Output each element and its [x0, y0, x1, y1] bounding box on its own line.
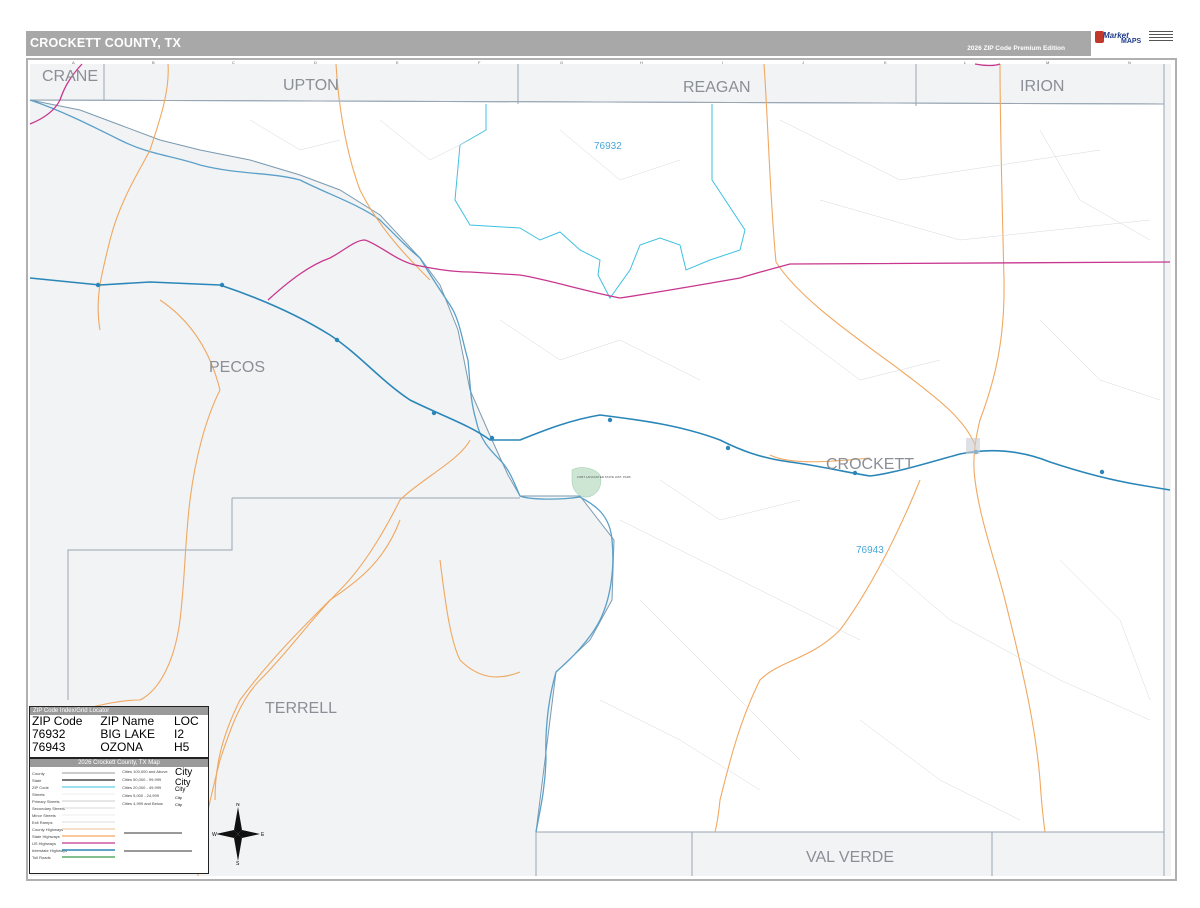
- city-sample-smallest: City: [175, 802, 182, 807]
- logo-fine-print: [1149, 31, 1173, 43]
- loc-cell: H5: [173, 740, 190, 754]
- fort-lancaster-park[interactable]: [571, 467, 602, 498]
- key-item: County Highways: [32, 827, 64, 832]
- key-symbols: [62, 772, 115, 858]
- zip-code-cell: 76943: [32, 740, 66, 754]
- logo-word-maps: MAPS: [1121, 38, 1142, 45]
- zip-index-legend: ZIP Code Index/Grid Locator ZIP Code ZIP…: [29, 706, 209, 758]
- county-label-upton: UPTON: [283, 77, 339, 94]
- county-label-crane: CRANE: [42, 68, 98, 85]
- county-label-terrell: TERRELL: [265, 700, 337, 717]
- city-size-label: Cities 50,000 - 99,999: [122, 777, 162, 782]
- map-key-header: 2026 Crockett County, TX Map: [30, 759, 208, 767]
- city-sample-small: City: [175, 787, 186, 793]
- county-label-pecos: PECOS: [209, 359, 265, 376]
- map-title: CROCKETT COUNTY, TX: [30, 36, 182, 50]
- key-item: Primary Streets: [32, 799, 60, 804]
- zip-label-76932: 76932: [594, 141, 622, 152]
- zip-label-76943: 76943: [856, 545, 884, 556]
- county-label-irion: IRION: [1020, 78, 1064, 95]
- city-size-label: Cities 5,000 - 24,999: [122, 793, 159, 798]
- county-label-crockett: CROCKETT: [826, 456, 914, 473]
- compass-e: E: [261, 832, 264, 838]
- county-label-reagan: REAGAN: [683, 79, 751, 96]
- city-sample-smaller: City: [175, 795, 182, 800]
- table-row: 76943 OZONA H5: [30, 741, 208, 754]
- city-size-label: Cities 4,999 and Below: [122, 801, 163, 806]
- city-size-label: Cities 20,000 - 49,999: [122, 785, 162, 790]
- compass-rose-icon: N S E W: [212, 803, 264, 865]
- map-key-legend: 2026 Crockett County, TX Map County Stat…: [29, 758, 264, 874]
- compass-n: N: [236, 803, 240, 808]
- key-item: Exit Ramps: [32, 820, 53, 825]
- key-item: State: [32, 778, 42, 783]
- key-item: US Highways: [32, 841, 57, 846]
- zip-index-table: ZIP Code ZIP Name LOC 76932 BIG LAKE I2 …: [30, 715, 208, 754]
- compass-w: W: [212, 832, 217, 838]
- key-item: Minor Streets: [32, 813, 56, 818]
- ozona-town[interactable]: [966, 438, 980, 454]
- compass-s: S: [236, 861, 240, 865]
- park-label: FORT LANCASTER STATE HIST. PARK: [577, 475, 631, 479]
- city-sample-medium: City: [175, 777, 191, 787]
- key-item: Toll Roads: [32, 855, 51, 860]
- key-item: ZIP Code: [32, 785, 49, 790]
- zip-name-cell: OZONA: [100, 740, 144, 754]
- county-label-val-verde: VAL VERDE: [806, 849, 894, 866]
- city-size-label: Cities 100,000 and Above: [122, 769, 168, 774]
- key-item: County: [32, 771, 45, 776]
- title-bar: CROCKETT COUNTY, TX 2026 ZIP Code Premiu…: [26, 31, 1091, 56]
- edition-label: 2026 ZIP Code Premium Edition: [967, 45, 1065, 52]
- key-item: Streets: [32, 792, 45, 797]
- market-maps-logo: Market MAPS: [1093, 29, 1175, 59]
- key-item: State Highways: [32, 834, 60, 839]
- scale-bars: [124, 832, 192, 852]
